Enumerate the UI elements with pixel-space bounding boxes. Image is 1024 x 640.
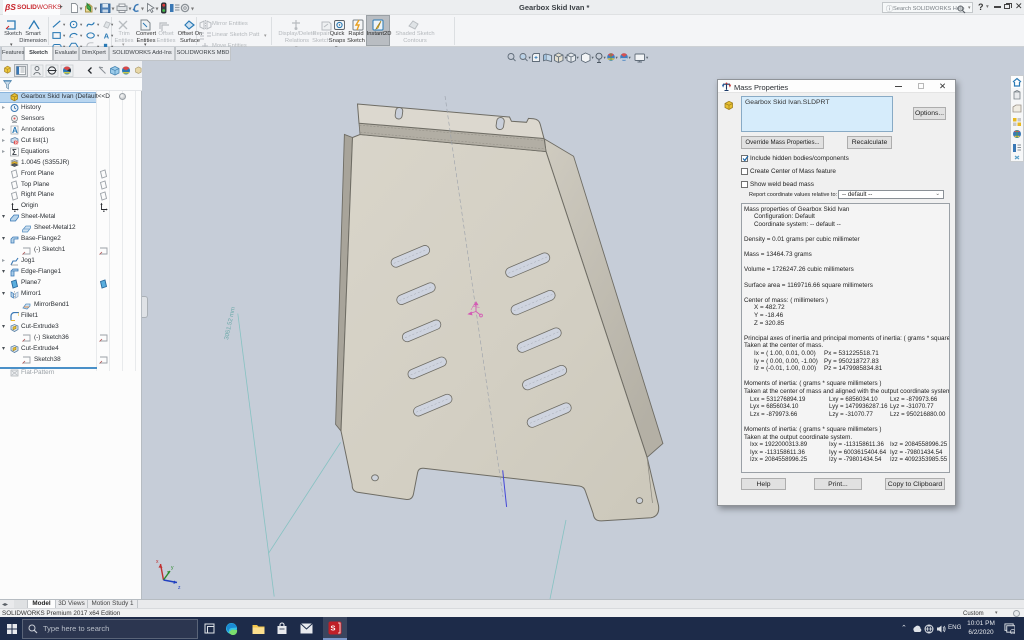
svg-text:▾: ▾ xyxy=(577,55,580,60)
svg-text:▾: ▾ xyxy=(604,55,607,60)
svg-text:▾: ▾ xyxy=(616,55,619,60)
svg-text:▾: ▾ xyxy=(80,7,83,13)
svg-text:3051.52 mm: 3051.52 mm xyxy=(224,307,237,341)
svg-text:S: S xyxy=(331,624,336,633)
svg-text:8: 8 xyxy=(15,141,18,146)
svg-text:▾: ▾ xyxy=(141,7,144,13)
svg-text:▾: ▾ xyxy=(94,7,97,13)
svg-text:x: x xyxy=(156,559,159,565)
svg-text:▾: ▾ xyxy=(646,55,649,60)
svg-text:A: A xyxy=(12,126,18,135)
svg-text:▾: ▾ xyxy=(629,55,632,60)
svg-text:y: y xyxy=(171,565,174,571)
svg-text:▾: ▾ xyxy=(529,55,532,60)
svg-text:▾: ▾ xyxy=(129,7,132,13)
svg-text:z: z xyxy=(178,585,181,591)
svg-text:▾: ▾ xyxy=(191,7,194,13)
svg-text:▾: ▾ xyxy=(156,7,159,13)
svg-text:▾: ▾ xyxy=(112,7,115,13)
svg-text:▾: ▾ xyxy=(592,55,595,60)
svg-text:Σ: Σ xyxy=(12,148,17,157)
